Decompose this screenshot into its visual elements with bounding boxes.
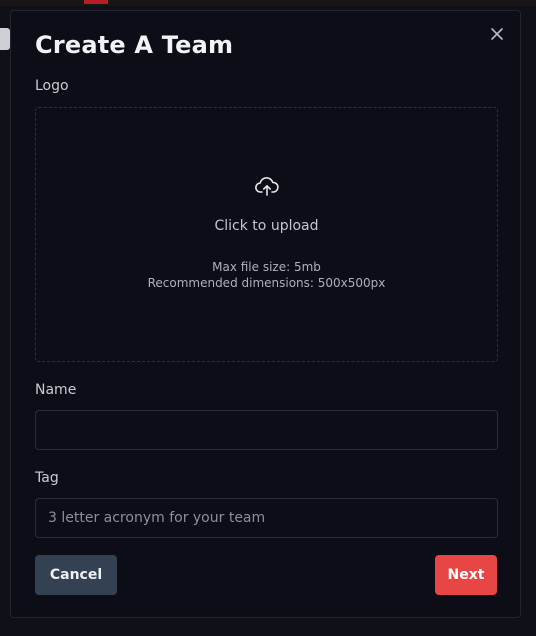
backdrop-accent xyxy=(84,0,108,4)
name-label: Name xyxy=(35,382,77,398)
tag-input[interactable] xyxy=(35,498,498,538)
upload-prompt: Click to upload xyxy=(214,218,319,234)
name-input[interactable] xyxy=(35,410,498,450)
create-team-modal: Create A Team Logo Click to upload Max f… xyxy=(10,10,521,618)
next-button[interactable]: Next xyxy=(435,555,497,595)
cancel-button[interactable]: Cancel xyxy=(35,555,117,595)
close-icon[interactable] xyxy=(488,25,506,43)
cloud-upload-icon xyxy=(254,177,279,196)
recommended-dimensions-hint: Recommended dimensions: 500x500px xyxy=(147,276,386,290)
logo-label: Logo xyxy=(35,78,69,94)
backdrop-element xyxy=(0,28,10,50)
backdrop-header-strip xyxy=(0,0,536,6)
close-icon-glyph xyxy=(491,28,503,40)
modal-title: Create A Team xyxy=(35,31,234,59)
max-file-size-hint: Max file size: 5mb xyxy=(212,260,321,274)
logo-upload-dropzone[interactable]: Click to upload Max file size: 5mb Recom… xyxy=(35,107,498,362)
tag-label: Tag xyxy=(35,470,59,486)
